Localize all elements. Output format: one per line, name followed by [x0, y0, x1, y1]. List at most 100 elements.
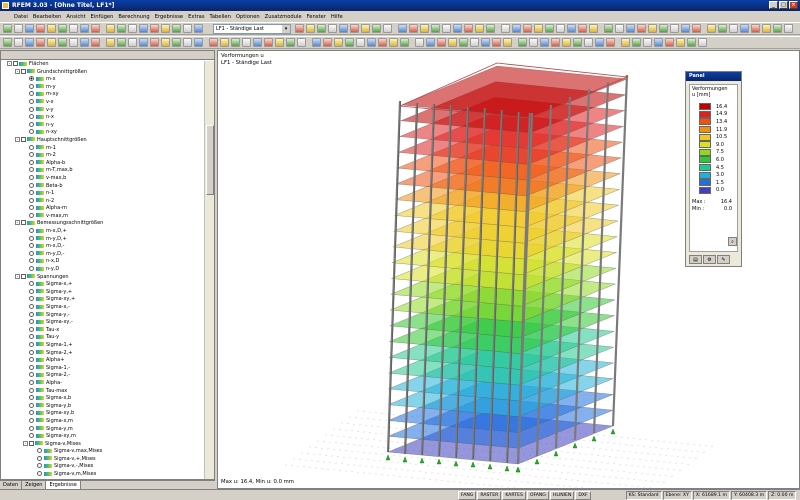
toolbar-button-icon[interactable]: [183, 38, 192, 47]
radio-button[interactable]: [29, 190, 34, 196]
toolbar-button-icon[interactable]: [172, 38, 181, 47]
tree-item[interactable]: Sigma-x,b: [1, 395, 204, 403]
toolbar-button-icon[interactable]: [529, 38, 538, 47]
toolbar-button-icon[interactable]: [648, 24, 657, 33]
status-toggle-dxf[interactable]: DXF: [575, 490, 591, 500]
tree-item[interactable]: Sigma-1,-: [1, 364, 204, 373]
toolbar-button-icon[interactable]: [312, 38, 321, 47]
toolbar-button-icon[interactable]: [562, 38, 571, 47]
tree-item[interactable]: Sigma-x,+: [1, 281, 204, 289]
minimize-button[interactable]: _: [769, 1, 778, 9]
tree-item[interactable]: Alpha-b: [1, 159, 204, 168]
radio-button[interactable]: [29, 83, 34, 89]
toolbar-button-icon[interactable]: [25, 38, 34, 47]
radio-button[interactable]: [29, 167, 34, 173]
tree-item[interactable]: n-y,D: [1, 266, 204, 274]
tree-item[interactable]: v-max,b: [1, 174, 204, 183]
tree-item[interactable]: Sigma-xy,-: [1, 319, 204, 327]
radio-button[interactable]: [29, 288, 34, 294]
toolbar-button-icon[interactable]: [751, 24, 760, 33]
tree-item[interactable]: Tau-x: [1, 326, 204, 335]
toolbar-button-icon[interactable]: [621, 38, 630, 47]
toolbar-button-icon[interactable]: [317, 24, 326, 33]
toolbar-button-icon[interactable]: [784, 24, 793, 33]
tree-item[interactable]: Sigma-v,max,Mises: [1, 448, 204, 456]
toolbar-button-icon[interactable]: [275, 38, 284, 47]
tree-item[interactable]: m-y,D,+: [1, 235, 204, 244]
expand-icon[interactable]: -: [15, 220, 20, 226]
tree-item[interactable]: Sigma-xy,m: [1, 433, 204, 441]
toolbar-button-icon[interactable]: [345, 38, 354, 47]
toolbar-button-icon[interactable]: [128, 38, 137, 47]
menu-7[interactable]: Tabellen: [210, 14, 231, 20]
toolbar-button-icon[interactable]: [117, 24, 126, 33]
toolbar-button-icon[interactable]: [503, 38, 512, 47]
toolbar-button-icon[interactable]: [161, 24, 170, 33]
toolbar-button-icon[interactable]: [626, 24, 635, 33]
expand-icon[interactable]: -: [7, 61, 12, 66]
status-toggle-hlinien[interactable]: HLINIEN: [549, 490, 575, 500]
toolbar-button-icon[interactable]: [665, 38, 674, 47]
toolbar-button-icon[interactable]: [356, 38, 365, 47]
toolbar-button-icon[interactable]: [172, 24, 181, 33]
toolbar-button-icon[interactable]: [729, 24, 738, 33]
panel-tab-edit-icon[interactable]: ✎: [717, 255, 730, 264]
radio-button[interactable]: [29, 98, 34, 104]
radio-button[interactable]: [29, 174, 34, 180]
toolbar-button-icon[interactable]: [654, 38, 663, 47]
toolbar-button-icon[interactable]: [698, 38, 707, 47]
toolbar-button-icon[interactable]: [69, 24, 78, 33]
toolbar-button-icon[interactable]: [80, 24, 89, 33]
menu-10[interactable]: Fenster: [307, 14, 326, 20]
toolbar-button-icon[interactable]: [69, 38, 78, 47]
radio-button[interactable]: [29, 228, 34, 234]
toolbar-button-icon[interactable]: [128, 24, 137, 33]
maximize-button[interactable]: □: [779, 1, 788, 9]
tree-item[interactable]: - Hauptschnittgrößen: [1, 136, 204, 145]
toolbar-button-icon[interactable]: [518, 38, 527, 47]
radio-button[interactable]: [29, 76, 34, 82]
tree-item[interactable]: n-xy: [1, 129, 204, 137]
toolbar-button-icon[interactable]: [545, 24, 554, 33]
toolbar-button-icon[interactable]: [426, 38, 435, 47]
tree-item[interactable]: Sigma-v,-,Mises: [1, 463, 204, 471]
tree-item[interactable]: v-y: [1, 106, 204, 115]
radio-button[interactable]: [29, 379, 34, 385]
scroll-thumb[interactable]: [206, 125, 214, 195]
tree-item[interactable]: Beta-b: [1, 182, 204, 191]
radio-button[interactable]: [29, 182, 34, 188]
radio-button[interactable]: [29, 364, 34, 370]
tree-item[interactable]: - Grundschnittgrößen: [1, 68, 204, 77]
radio-button[interactable]: [29, 357, 34, 363]
menu-9[interactable]: Zusatzmodule: [265, 14, 302, 20]
radio-button[interactable]: [29, 212, 34, 218]
expand-icon[interactable]: -: [15, 136, 20, 142]
tree-item[interactable]: - Sigma-v,Mises: [1, 440, 204, 449]
radio-button[interactable]: [37, 463, 42, 469]
toolbar-button-icon[interactable]: [492, 38, 501, 47]
radio-button[interactable]: [29, 266, 34, 272]
radio-button[interactable]: [29, 281, 34, 287]
toolbar-button-icon[interactable]: [297, 38, 306, 47]
checkbox[interactable]: [21, 136, 26, 142]
menu-0[interactable]: Datei: [14, 14, 28, 20]
radio-button[interactable]: [29, 304, 34, 309]
radio-button[interactable]: [29, 395, 34, 401]
toolbar-button-icon[interactable]: [47, 38, 56, 47]
tree-item[interactable]: Sigma-y,-: [1, 311, 204, 320]
checkbox[interactable]: [21, 68, 26, 74]
radio-button[interactable]: [37, 448, 42, 454]
toolbar-button-icon[interactable]: [286, 38, 295, 47]
menu-8[interactable]: Optionen: [236, 14, 260, 20]
toolbar-button-icon[interactable]: [643, 38, 652, 47]
status-toggle-ofang[interactable]: OFANG: [526, 490, 549, 500]
tree-item[interactable]: - Flächen: [1, 61, 204, 69]
toolbar-button-icon[interactable]: [295, 24, 304, 33]
tree-item[interactable]: Sigma-v,+,Mises: [1, 455, 204, 464]
toolbar-button-icon[interactable]: [58, 38, 67, 47]
navigator-tab-0[interactable]: Daten: [0, 481, 23, 489]
menu-11[interactable]: Hilfe: [331, 14, 343, 20]
menu-6[interactable]: Extras: [188, 14, 204, 20]
radio-button[interactable]: [29, 410, 34, 416]
toolbar-button-icon[interactable]: [3, 38, 12, 47]
